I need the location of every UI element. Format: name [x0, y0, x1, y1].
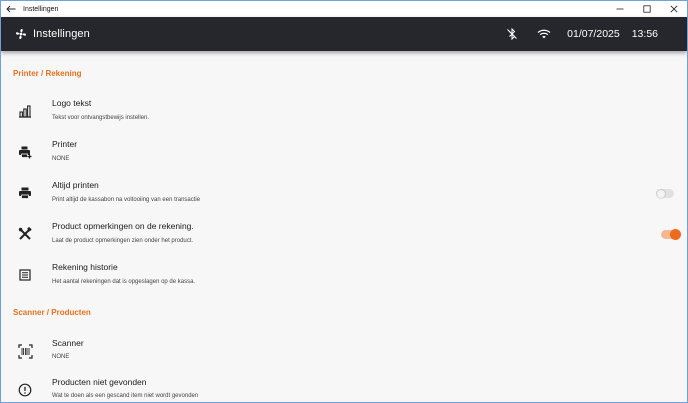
alert-circle-icon [17, 382, 33, 398]
setting-title: Altijd printen [52, 180, 99, 190]
setting-value: NONE [52, 354, 70, 360]
section-title-scanner: Scanner / Producten [13, 308, 91, 317]
setting-subtitle: Tekst voor ontvangstbewijs instellen. [52, 115, 150, 121]
setting-title: Producten niet gevonden [52, 377, 147, 387]
chart-icon [17, 103, 33, 119]
setting-subtitle: Het aantal rekeningen dat is opgeslagen … [52, 279, 196, 285]
section-title-printer: Printer / Rekening [13, 69, 82, 78]
status-area: 01/07/2025 13:56 [505, 17, 687, 51]
settings-fan-icon [15, 28, 27, 40]
status-date: 01/07/2025 [567, 28, 620, 40]
status-time: 13:56 [631, 28, 658, 40]
printer-add-icon [17, 144, 33, 160]
window-titlebar: Instellingen [1, 1, 687, 17]
setting-subtitle: Wat te doen als een gescand item niet wo… [52, 393, 199, 399]
setting-title: Rekening historie [52, 262, 118, 272]
setting-title: Scanner [52, 338, 84, 348]
barcode-scan-icon [17, 343, 33, 359]
bluetooth-off-icon [505, 27, 519, 41]
minimize-button[interactable] [606, 1, 633, 17]
setting-subtitle: Laat de product opmerkingen zien onder h… [52, 238, 194, 244]
tools-icon [17, 226, 33, 242]
always-print-toggle[interactable] [656, 189, 674, 198]
setting-title: Logo tekst [52, 98, 92, 108]
setting-subtitle: Print altijd de kassabon na voltooiing v… [52, 197, 201, 203]
setting-title: Printer [52, 139, 78, 149]
product-remarks-toggle[interactable] [661, 228, 681, 240]
setting-logo-text[interactable]: Logo tekst Tekst voor ontvangstbewijs in… [1, 93, 687, 133]
window-title: Instellingen [23, 5, 59, 13]
maximize-button[interactable] [633, 1, 660, 17]
setting-title: Product opmerkingen on de rekening. [52, 221, 194, 231]
page-title: Instellingen [33, 28, 90, 40]
setting-bill-history[interactable]: Rekening historie Het aantal rekeningen … [1, 257, 687, 297]
app-window: Instellingen Instellingen 01/07/2025 13:… [0, 0, 688, 403]
close-button[interactable] [660, 1, 687, 17]
app-header: Instellingen 01/07/2025 13:56 [1, 17, 687, 51]
setting-printer[interactable]: Printer NONE [1, 134, 687, 174]
wifi-icon [537, 27, 551, 41]
setting-scanner[interactable]: Scanner NONE [1, 336, 687, 376]
setting-value: NONE [52, 156, 70, 162]
setting-products-not-found[interactable]: Producten niet gevonden Wat te doen als … [1, 374, 687, 402]
setting-always-print[interactable]: Altijd printen Print altijd de kassabon … [1, 175, 687, 215]
list-icon [17, 267, 33, 283]
setting-product-remarks[interactable]: Product opmerkingen on de rekening. Laat… [1, 216, 687, 256]
printer-icon [17, 185, 33, 201]
window-controls [606, 1, 687, 17]
back-arrow-icon[interactable] [1, 1, 21, 17]
